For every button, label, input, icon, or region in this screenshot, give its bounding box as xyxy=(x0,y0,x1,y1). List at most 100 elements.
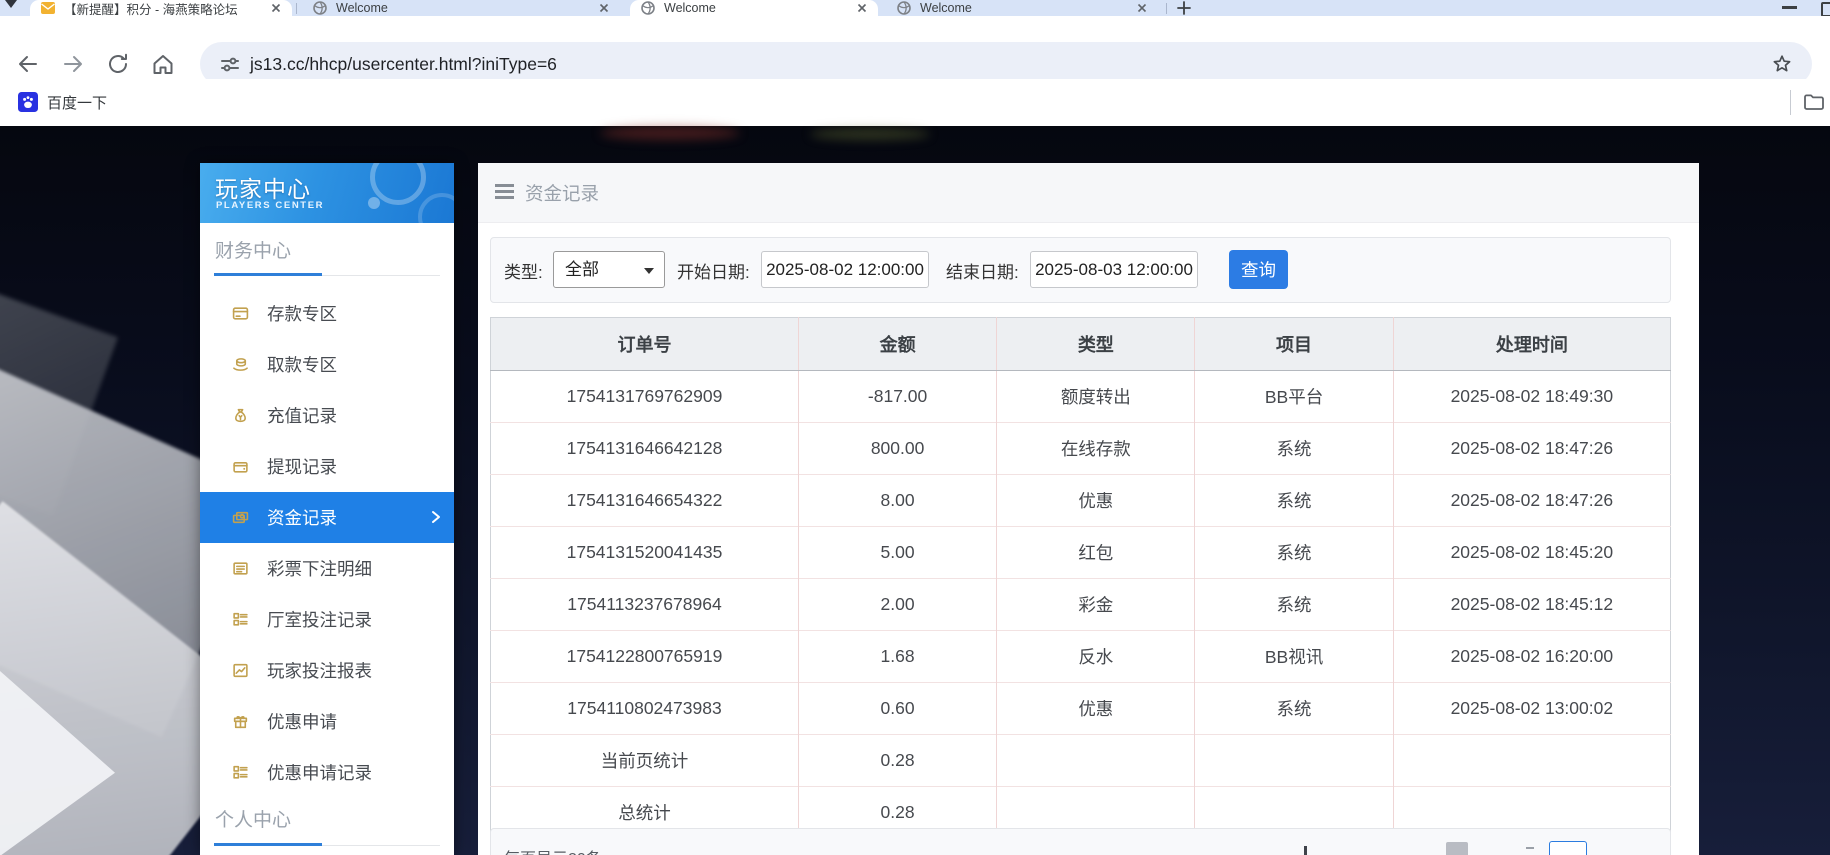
cell-type xyxy=(997,735,1195,787)
pagination-text-fragment xyxy=(1526,847,1534,855)
sidebar-item-promo-apply[interactable]: 优惠申请 xyxy=(200,696,454,747)
main-panel: 资金记录 类型: 全部 开始日期: 结束日期: 查询 订单号 金额 类型 xyxy=(478,163,1699,855)
sidebar-item-label: 提现记录 xyxy=(267,454,337,479)
background-glow xyxy=(810,128,930,140)
section-finance: 财务中心 xyxy=(215,236,291,263)
page-title: 资金记录 xyxy=(525,180,599,206)
close-icon[interactable] xyxy=(268,0,284,16)
cell-amount: -817.00 xyxy=(798,371,996,423)
start-date-input[interactable] xyxy=(761,251,929,288)
page-number-input[interactable] xyxy=(1549,841,1587,855)
table-row: 1754113237678964 2.00 彩金 系统 2025-08-02 1… xyxy=(491,579,1671,631)
cell-order-no: 当前页统计 xyxy=(491,735,799,787)
sidebar-item-label: 优惠申请 xyxy=(267,709,337,734)
pagination-bar: 每页显示20条 xyxy=(490,828,1671,855)
table-row: 1754110802473983 0.60 优惠 系统 2025-08-02 1… xyxy=(491,683,1671,735)
tab-welcome-3[interactable]: Welcome xyxy=(886,0,1158,16)
per-page-label: 每页显示20条 xyxy=(504,845,602,855)
type-label: 类型: xyxy=(504,258,543,283)
table-row: 1754131769762909 -817.00 额度转出 BB平台 2025-… xyxy=(491,371,1671,423)
star-icon[interactable] xyxy=(1770,52,1794,76)
sidebar-item-recharge-records[interactable]: 充值记录 xyxy=(200,390,454,441)
minimize-button[interactable] xyxy=(1782,6,1797,9)
sidebar-item-withdraw-zone[interactable]: 取款专区 xyxy=(200,339,454,390)
sidebar-item-label: 厅室投注记录 xyxy=(267,607,372,632)
tab-title: Welcome xyxy=(664,1,846,15)
cell-type: 额度转出 xyxy=(997,371,1195,423)
tab-title: Welcome xyxy=(336,1,588,15)
pagination-button[interactable] xyxy=(1446,842,1468,855)
sidebar-item-deposit[interactable]: 存款专区 xyxy=(200,288,454,339)
tab-welcome-1[interactable]: Welcome xyxy=(302,0,620,16)
cell-order-no: 1754131520041435 xyxy=(491,527,799,579)
content-header: 资金记录 xyxy=(478,163,1699,223)
section-personal: 个人中心 xyxy=(215,805,291,832)
home-icon[interactable] xyxy=(150,51,176,77)
search-button[interactable]: 查询 xyxy=(1229,250,1288,289)
tab-separator xyxy=(296,3,297,14)
tab-welcome-2-active[interactable]: Welcome xyxy=(630,0,878,16)
tab-strip: 【新提醒】积分 - 海燕策略论坛 Welcome Welcome xyxy=(0,0,1830,16)
wallet-icon xyxy=(232,458,249,475)
close-icon[interactable] xyxy=(596,0,612,16)
tab-separator xyxy=(1166,3,1167,14)
start-date-label: 开始日期: xyxy=(677,258,750,283)
cell-time: 2025-08-02 18:45:20 xyxy=(1393,527,1670,579)
sidebar-subtitle: PLAYERS CENTER xyxy=(216,200,324,211)
bookmark-baidu[interactable]: 百度一下 xyxy=(10,87,115,117)
globe-icon xyxy=(312,0,328,16)
cell-project: BB平台 xyxy=(1195,371,1393,423)
cell-amount: 8.00 xyxy=(798,475,996,527)
close-icon[interactable] xyxy=(854,0,870,16)
decor-circle xyxy=(418,193,454,223)
reload-icon[interactable] xyxy=(105,51,131,77)
cell-time xyxy=(1393,735,1670,787)
cell-order-no: 1754131769762909 xyxy=(491,371,799,423)
cell-time: 2025-08-02 18:45:12 xyxy=(1393,579,1670,631)
back-icon[interactable] xyxy=(15,51,41,77)
filter-bar: 类型: 全部 开始日期: 结束日期: 查询 xyxy=(490,237,1671,303)
sidebar-item-label: 玩家投注报表 xyxy=(267,658,372,683)
hamburger-icon[interactable] xyxy=(495,184,514,199)
pagination-divider xyxy=(1304,846,1307,855)
chevron-down-icon xyxy=(644,268,654,274)
sidebar-item-label: 取款专区 xyxy=(267,352,337,377)
table-row-page-total: 当前页统计 0.28 xyxy=(491,735,1671,787)
type-select[interactable]: 全部 xyxy=(553,251,665,288)
sidebar-item-withdraw-records[interactable]: 提现记录 xyxy=(200,441,454,492)
cell-project: 系统 xyxy=(1195,475,1393,527)
section-underline xyxy=(322,845,440,846)
cell-project: BB视讯 xyxy=(1195,631,1393,683)
new-tab-button[interactable] xyxy=(1176,0,1192,16)
cell-project: 系统 xyxy=(1195,683,1393,735)
end-date-input[interactable] xyxy=(1030,251,1198,288)
cell-type: 在线存款 xyxy=(997,423,1195,475)
money-bag-icon xyxy=(232,407,249,424)
tab-forum[interactable]: 【新提醒】积分 - 海燕策略论坛 xyxy=(30,0,292,16)
cell-order-no: 1754122800765919 xyxy=(491,631,799,683)
sidebar-item-label: 优惠申请记录 xyxy=(267,760,372,785)
sidebar-item-hall-bet-records[interactable]: 厅室投注记录 xyxy=(200,594,454,645)
sidebar-item-promo-apply-records[interactable]: 优惠申请记录 xyxy=(200,747,454,798)
sidebar-item-lottery-bets[interactable]: 彩票下注明细 xyxy=(200,543,454,594)
end-date-label: 结束日期: xyxy=(946,258,1019,283)
hand-coins-icon xyxy=(232,356,249,373)
sidebar-item-funds-records[interactable]: 资金记录 xyxy=(200,492,454,543)
tab-title: Welcome xyxy=(920,1,1126,15)
maximize-button[interactable] xyxy=(1821,2,1830,17)
table-row: 1754131646654322 8.00 优惠 系统 2025-08-02 1… xyxy=(491,475,1671,527)
cell-amount: 800.00 xyxy=(798,423,996,475)
tune-icon[interactable] xyxy=(218,52,242,76)
forward-icon[interactable] xyxy=(60,51,86,77)
cell-time: 2025-08-02 18:49:30 xyxy=(1393,371,1670,423)
close-icon[interactable] xyxy=(1134,0,1150,16)
gift-icon xyxy=(232,713,249,730)
cell-type: 彩金 xyxy=(997,579,1195,631)
sidebar-item-label: 存款专区 xyxy=(267,301,337,326)
sidebar-item-player-bet-report[interactable]: 玩家投注报表 xyxy=(200,645,454,696)
chevron-down-icon[interactable] xyxy=(5,0,17,8)
bookmark-label: 百度一下 xyxy=(47,92,107,113)
player-center-sidebar: 玩家中心 PLAYERS CENTER 财务中心 存款专区 取款专区 充值记录 … xyxy=(200,163,454,855)
folder-icon[interactable] xyxy=(1802,90,1826,114)
col-order-no: 订单号 xyxy=(491,318,799,371)
